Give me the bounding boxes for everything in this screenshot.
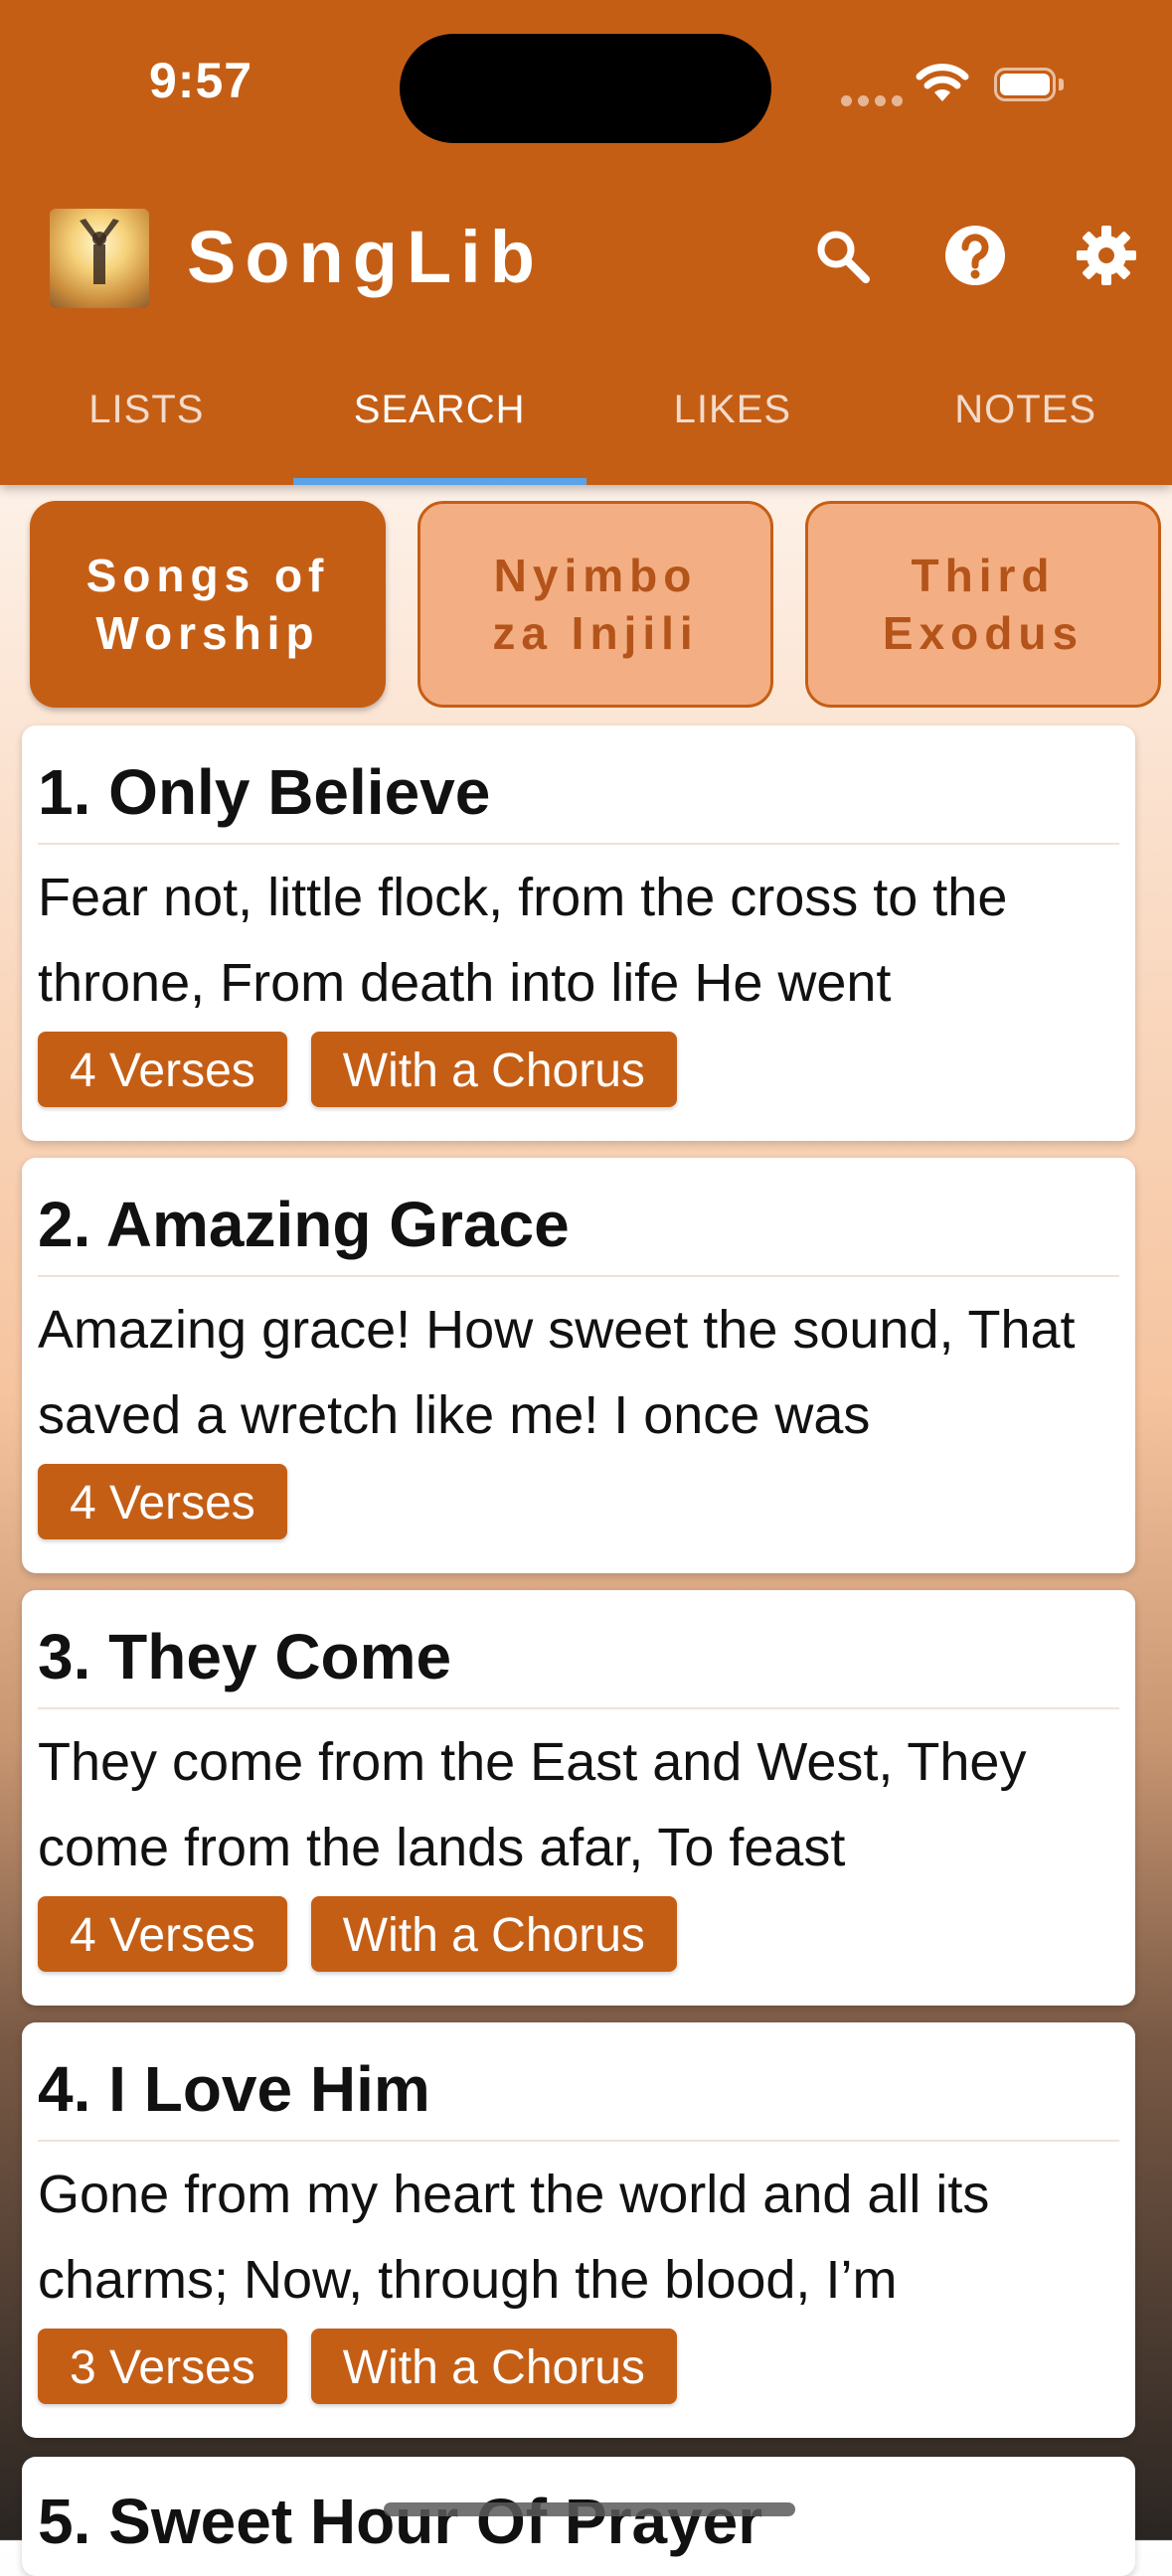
book-chip-line2: Worship	[95, 607, 320, 659]
book-chip-third-exodus[interactable]: Third Exodus	[805, 501, 1161, 708]
tab-bar: LISTS SEARCH LIKES NOTES	[0, 358, 1172, 485]
home-indicator[interactable]	[384, 2502, 795, 2516]
song-title: 2. Amazing Grace	[38, 1189, 570, 1260]
help-button[interactable]	[940, 221, 1010, 290]
book-chip-line1: Songs of	[85, 550, 330, 601]
book-chip-nyimbo-za-injili[interactable]: Nyimbo za Injili	[418, 501, 773, 708]
divider	[38, 1275, 1119, 1277]
book-selector: Songs of Worship Nyimbo za Injili Third Exo…	[30, 501, 1163, 708]
book-chip-songs-of-worship[interactable]: Songs of Worship	[30, 501, 386, 708]
song-tags: 4 Verses	[38, 1464, 287, 1539]
status-time: 9:57	[149, 53, 253, 108]
song-card[interactable]: 4. I Love Him Gone from my heart the wor…	[22, 2022, 1135, 2438]
settings-button[interactable]	[1072, 221, 1141, 290]
wifi-icon	[916, 64, 969, 101]
app-bar: 9:57 SongLib LISTS SEARCH LIKES NOTES	[0, 0, 1172, 485]
song-excerpt: Amazing grace! How sweet the sound, That…	[38, 1300, 1076, 1445]
song-excerpt: Gone from my heart the world and all its…	[38, 2165, 990, 2310]
song-title: 3. They Come	[38, 1621, 452, 1692]
battery-icon	[994, 68, 1066, 103]
chorus-badge: With a Chorus	[310, 1896, 677, 1972]
app-title: SongLib	[187, 216, 544, 298]
song-card[interactable]: 5. Sweet Hour Of Prayer	[22, 2457, 1135, 2576]
book-chip-line1: Third	[911, 550, 1056, 601]
song-excerpt: They come from the East and West, They c…	[38, 1732, 1027, 1877]
song-card[interactable]: 2. Amazing Grace Amazing grace! How swee…	[22, 1158, 1135, 1573]
song-excerpt: Fear not, little flock, from the cross t…	[38, 868, 1008, 1013]
tab-lists[interactable]: LISTS	[0, 358, 293, 485]
book-chip-line2: Exodus	[882, 607, 1085, 659]
cellular-signal-icon	[841, 95, 903, 106]
song-tags: 3 Verses With a Chorus	[38, 2329, 677, 2404]
search-button[interactable]	[807, 221, 877, 290]
search-icon	[817, 231, 870, 283]
verses-badge: 4 Verses	[38, 1032, 287, 1107]
song-title: 4. I Love Him	[38, 2053, 430, 2125]
chorus-badge: With a Chorus	[310, 1032, 677, 1107]
app-logo	[50, 209, 149, 308]
verses-badge: 4 Verses	[38, 1464, 287, 1539]
song-title: 1. Only Believe	[38, 756, 491, 828]
tab-search[interactable]: SEARCH	[292, 358, 586, 485]
help-icon	[945, 226, 1005, 285]
verses-badge: 4 Verses	[38, 1896, 287, 1972]
chorus-badge: With a Chorus	[310, 2329, 677, 2404]
book-chip-line2: za Injili	[492, 607, 699, 659]
book-chip-line1: Nyimbo	[493, 550, 698, 601]
divider	[38, 2140, 1119, 2142]
song-title: 5. Sweet Hour Of Prayer	[38, 2486, 763, 2557]
tab-likes[interactable]: LIKES	[586, 358, 880, 485]
song-tags: 4 Verses With a Chorus	[38, 1896, 677, 1972]
divider	[38, 1707, 1119, 1709]
dynamic-island	[400, 34, 771, 143]
tab-notes[interactable]: NOTES	[879, 358, 1172, 485]
song-card[interactable]: 3. They Come They come from the East and…	[22, 1590, 1135, 2006]
settings-icon	[1077, 226, 1136, 285]
verses-badge: 3 Verses	[38, 2329, 287, 2404]
divider	[38, 843, 1119, 845]
song-tags: 4 Verses With a Chorus	[38, 1032, 677, 1107]
song-card[interactable]: 1. Only Believe Fear not, little flock, …	[22, 725, 1135, 1141]
